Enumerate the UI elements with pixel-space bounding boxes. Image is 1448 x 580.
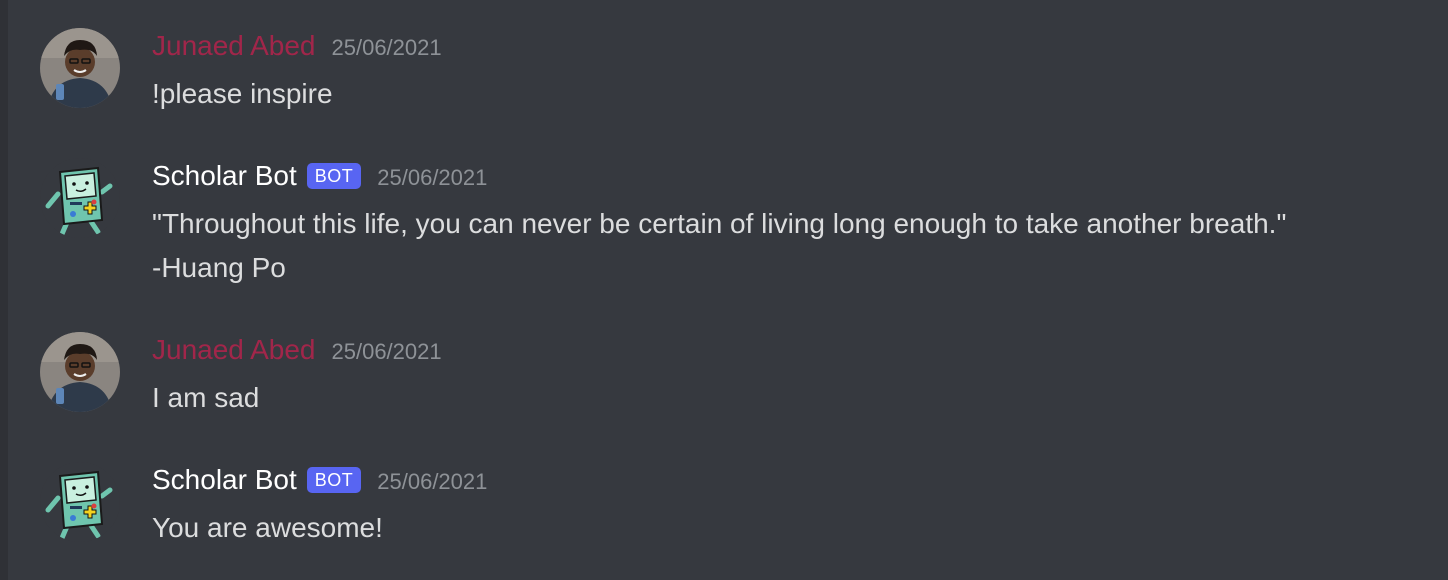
- bot-badge: BOT: [306, 163, 362, 189]
- sidebar-edge: [0, 0, 8, 580]
- user-photo-avatar-icon: [40, 332, 120, 412]
- user-photo-avatar-icon: [40, 28, 120, 108]
- user-avatar[interactable]: [40, 28, 120, 108]
- author-name[interactable]: Junaed Abed: [152, 332, 316, 368]
- bot-avatar[interactable]: [40, 462, 120, 542]
- message-content: !please inspire: [152, 78, 333, 109]
- author-name[interactable]: Scholar Bot: [152, 462, 297, 498]
- bot-badge: BOT: [306, 467, 362, 493]
- bmo-robot-avatar-icon: [40, 158, 120, 238]
- message-timestamp: 25/06/2021: [377, 469, 488, 494]
- message-content: You are awesome!: [152, 512, 383, 543]
- message-content: I am sad: [152, 382, 260, 413]
- bmo-robot-avatar-icon: [40, 462, 120, 542]
- author-name[interactable]: Scholar Bot: [152, 158, 297, 194]
- message-header: Junaed Abed 25/06/2021: [152, 28, 442, 64]
- message-header: Scholar Bot BOT 25/06/2021: [152, 158, 487, 194]
- message-timestamp: 25/06/2021: [377, 165, 488, 190]
- message-content: "Throughout this life, you can never be …: [152, 208, 1287, 283]
- author-name[interactable]: Junaed Abed: [152, 28, 316, 64]
- message-header: Junaed Abed 25/06/2021: [152, 332, 442, 368]
- chat-message-list: Junaed Abed 25/06/2021 !please inspire S…: [0, 0, 1448, 580]
- message-timestamp: 25/06/2021: [331, 339, 442, 364]
- message-timestamp: 25/06/2021: [331, 35, 442, 60]
- user-avatar[interactable]: [40, 332, 120, 412]
- message-header: Scholar Bot BOT 25/06/2021: [152, 462, 487, 498]
- bot-avatar[interactable]: [40, 158, 120, 238]
